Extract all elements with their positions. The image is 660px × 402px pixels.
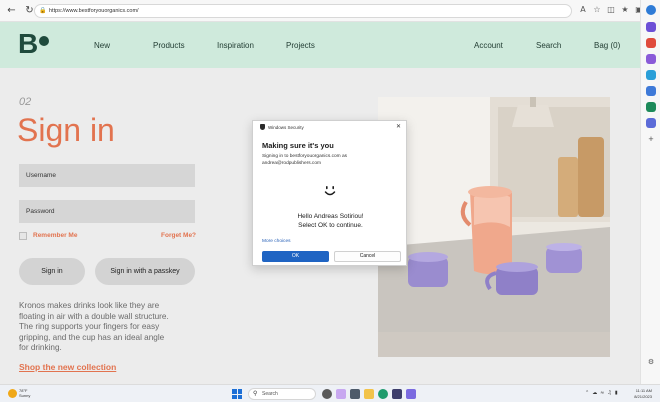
remember-checkbox[interactable] — [19, 232, 27, 240]
teams-icon[interactable] — [646, 118, 656, 128]
nav-projects[interactable]: Projects — [286, 41, 315, 50]
battery-icon[interactable]: ▮ — [615, 390, 618, 396]
copilot-taskbar-icon[interactable] — [336, 389, 346, 399]
windows-hello-face-icon — [324, 186, 336, 196]
wifi-icon[interactable]: ≈ — [600, 390, 604, 396]
sun-icon[interactable] — [8, 389, 17, 398]
weather-desc: Sunny — [19, 393, 31, 398]
nav-products[interactable]: Products — [153, 41, 185, 50]
hello-line: Hello Andreas Sotiriou! — [297, 213, 364, 220]
read-aloud-icon[interactable]: A — [578, 5, 588, 15]
teams-taskbar-icon[interactable] — [406, 389, 416, 399]
description-line: floating in air with a double wall struc… — [19, 311, 169, 321]
store-icon[interactable] — [392, 389, 402, 399]
dialog-heading: Making sure it's you — [262, 141, 334, 150]
tools-icon[interactable] — [646, 70, 656, 80]
weather-widget[interactable]: 78°F Sunny — [19, 388, 30, 398]
file-explorer-icon[interactable] — [364, 389, 374, 399]
hello-line: Select OK to continue. — [298, 222, 363, 229]
task-view-icon[interactable] — [322, 389, 332, 399]
lock-icon: 🔒 — [39, 8, 47, 14]
kitchen-scene-image — [378, 97, 610, 357]
edge-browser-icon[interactable] — [378, 389, 388, 399]
office-icon[interactable] — [646, 102, 656, 112]
widgets-icon[interactable] — [350, 389, 360, 399]
description-line: for drinking. — [19, 343, 62, 352]
logo-dot — [39, 36, 49, 46]
dialog-title-bar: Windows Security — [260, 124, 304, 130]
dialog-body: Signing in to bestforyouorganics.com as … — [262, 154, 402, 167]
windows-start-icon[interactable] — [232, 389, 242, 399]
remember-me-label[interactable]: Remember Me — [33, 232, 77, 239]
hello-message: Hello Andreas Sotiriou! Select OK to con… — [253, 212, 408, 230]
dialog-window-title: Windows Security — [268, 124, 304, 130]
dialog-body-line: andrea@rodpublishers.com — [262, 160, 321, 166]
copilot-icon[interactable] — [646, 5, 656, 15]
sign-in-button[interactable]: Sign in — [19, 258, 85, 285]
add-icon[interactable]: + — [646, 134, 656, 144]
url-input[interactable]: 🔒 https://www.bestforyouorganics.com/ — [34, 4, 572, 18]
favorites-icon[interactable]: ★ — [620, 5, 630, 15]
nav-new[interactable]: New — [94, 41, 110, 50]
nav-inspiration[interactable]: Inspiration — [217, 41, 254, 50]
page-title: Sign in — [17, 112, 115, 148]
games-icon[interactable] — [646, 54, 656, 64]
description-line: Kronos makes drinks look like they are — [19, 301, 160, 310]
address-bar-row: ← ↻ 🔒 https://www.bestforyouorganics.com… — [0, 0, 657, 22]
nav-search[interactable]: Search — [536, 41, 561, 50]
sidebar-settings-icon[interactable]: ⚙ — [646, 358, 656, 368]
description-line: The ring supports your fingers for easy — [19, 322, 160, 331]
volume-icon[interactable]: ♫ — [607, 390, 611, 396]
search-icon: ⚲ — [253, 390, 258, 397]
description-line: gripping, and the cup has an ideal angle — [19, 332, 165, 342]
product-description: Kronos makes drinks look like they are f… — [19, 301, 199, 354]
taskbar-search-text: Search — [262, 391, 278, 397]
cancel-button[interactable]: Cancel — [334, 251, 401, 262]
password-input[interactable] — [19, 200, 195, 223]
forget-me-link[interactable]: Forget Me? — [161, 232, 196, 239]
split-screen-icon[interactable]: ◫ — [606, 5, 616, 15]
nav-bag[interactable]: Bag (0) — [594, 41, 620, 50]
back-arrow-icon[interactable]: ← — [5, 4, 18, 17]
close-icon[interactable]: ✕ — [396, 123, 401, 130]
taskbar-clock[interactable]: 11:11 AM 8/21/2023 — [622, 388, 652, 399]
logo-letter[interactable]: B — [18, 28, 38, 60]
system-tray: ⌃ ☁ ≈ ♫ ▮ — [585, 390, 618, 396]
shopping-icon[interactable] — [646, 38, 656, 48]
chevron-up-icon[interactable]: ⌃ — [585, 390, 589, 396]
discover-icon[interactable] — [646, 22, 656, 32]
shield-icon — [260, 124, 265, 130]
clock-date: 8/21/2023 — [634, 393, 652, 399]
cloud-icon[interactable]: ☁ — [592, 390, 597, 396]
passkey-button[interactable]: Sign in with a passkey — [95, 258, 195, 285]
product-photo — [378, 97, 610, 357]
taskbar-search-box[interactable]: ⚲ Search — [248, 388, 316, 400]
windows-security-dialog: Windows Security ✕ Making sure it's you … — [252, 120, 407, 266]
step-number: 02 — [19, 96, 32, 108]
username-input[interactable] — [19, 164, 195, 187]
favorite-star-icon[interactable]: ☆ — [592, 5, 602, 15]
ok-button[interactable]: OK — [262, 251, 329, 262]
url-text: https://www.bestforyouorganics.com/ — [49, 8, 139, 14]
windows-taskbar: 78°F Sunny ⚲ Search ⌃ ☁ ≈ ♫ ▮ 11:11 AM 8… — [0, 384, 660, 402]
outlook-icon[interactable] — [646, 86, 656, 96]
more-choices-link[interactable]: More choices — [262, 239, 291, 244]
nav-account[interactable]: Account — [474, 41, 503, 50]
edge-sidebar: + ⚙ — [640, 0, 660, 384]
site-header: B New Products Inspiration Projects Acco… — [0, 22, 640, 68]
shop-collection-link[interactable]: Shop the new collection — [19, 362, 116, 372]
